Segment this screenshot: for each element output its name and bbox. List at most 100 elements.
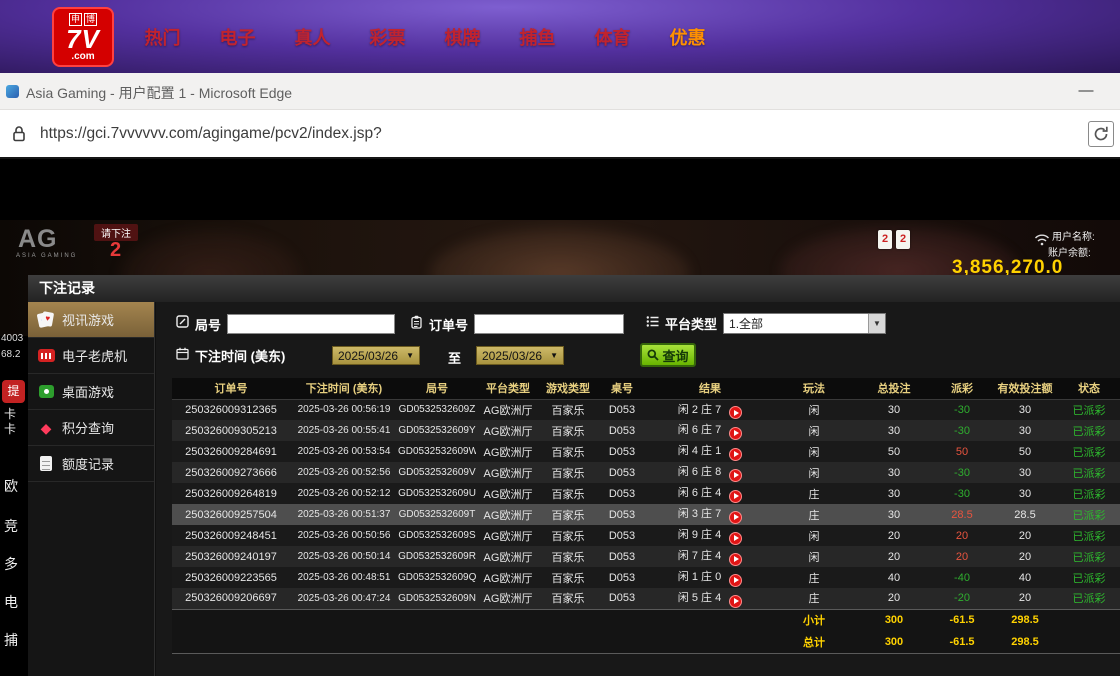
nav-item-棋牌[interactable]: 棋牌 [425, 24, 500, 50]
replay-play-icon[interactable] [729, 532, 742, 545]
cell-platform: AG欧洲厅 [476, 525, 540, 546]
cell-round: GD0532532609S [398, 525, 476, 546]
cell-order: 250326009248451 [172, 525, 290, 546]
document-icon [37, 455, 55, 473]
strip-nav-char[interactable]: 捕 [4, 630, 18, 650]
nav-item-优惠[interactable]: 优惠 [650, 24, 725, 50]
cell-total-bet: 20 [856, 588, 932, 609]
cell-play-type: 闲 [772, 399, 856, 420]
nav-item-捕鱼[interactable]: 捕鱼 [500, 24, 575, 50]
cell-game-type: 百家乐 [540, 399, 596, 420]
cell-result: 闲 2 庄 7 [648, 399, 772, 420]
date-to-value: 2025/03/26 [482, 349, 542, 363]
cell-round: GD0532532609R [398, 546, 476, 567]
sidebar-item-slots[interactable]: 电子老虎机 [28, 338, 154, 374]
order-number-label: 订单号 [429, 315, 468, 334]
withdraw-icon[interactable]: 提 [2, 380, 25, 403]
result-text: 闲 5 庄 4 [678, 592, 721, 604]
refresh-button[interactable] [1088, 121, 1114, 147]
replay-play-icon[interactable] [729, 469, 742, 482]
cell-total-bet: 30 [856, 420, 932, 441]
round-number-input[interactable] [227, 314, 395, 334]
cell-platform: AG欧洲厅 [476, 504, 540, 525]
cell-time: 2025-03-26 00:51:37 [290, 504, 398, 525]
replay-play-icon[interactable] [729, 406, 742, 419]
cell-play-type: 庄 [772, 567, 856, 588]
card-value: 2 [896, 230, 910, 249]
table-row[interactable]: 2503260092575042025-03-26 00:51:37GD0532… [172, 504, 1120, 525]
strip-nav-char[interactable]: 竞 [4, 516, 18, 536]
sidebar-item-video-games[interactable]: ♠♥ 视讯游戏 [28, 302, 154, 338]
cell-payout: -30 [932, 399, 992, 420]
date-range-to-label: 至 [448, 348, 461, 367]
table-row[interactable]: 2503260092401972025-03-26 00:50:14GD0532… [172, 546, 1120, 567]
cell-valid-bet: 20 [992, 588, 1058, 609]
sidebar-item-credit-records[interactable]: 额度记录 [28, 446, 154, 482]
cell-result: 闲 7 庄 4 [648, 546, 772, 567]
result-text: 闲 2 庄 7 [678, 404, 721, 416]
site-nav-items: 热门电子真人彩票棋牌捕鱼体育优惠 [125, 0, 725, 73]
replay-play-icon[interactable] [729, 427, 742, 440]
cell-total-bet: 20 [856, 525, 932, 546]
result-text: 闲 4 庄 1 [678, 445, 721, 457]
minimize-button[interactable]: — [1072, 79, 1100, 103]
strip-nav-char[interactable]: 电 [4, 592, 18, 612]
cell-total-bet: 20 [856, 546, 932, 567]
nav-item-彩票[interactable]: 彩票 [350, 24, 425, 50]
cell-game-type: 百家乐 [540, 462, 596, 483]
sidebar-item-points-query[interactable]: ◆ 积分查询 [28, 410, 154, 446]
strip-nav-char[interactable]: 欧 [4, 476, 18, 496]
bet-records-panel: 下注记录 ♠♥ 视讯游戏 电子老虎机 桌面游戏 ◆ 积分查询 [28, 275, 1120, 676]
nav-item-电子[interactable]: 电子 [200, 24, 275, 50]
cell-result: 闲 4 庄 1 [648, 441, 772, 462]
replay-play-icon[interactable] [729, 553, 742, 566]
replay-play-icon[interactable] [729, 448, 742, 461]
cell-table-number: D053 [596, 441, 648, 462]
replay-play-icon[interactable] [729, 595, 742, 608]
nav-item-体育[interactable]: 体育 [575, 24, 650, 50]
sidebar-item-table-games[interactable]: 桌面游戏 [28, 374, 154, 410]
table-row[interactable]: 2503260092846912025-03-26 00:53:54GD0532… [172, 441, 1120, 462]
cell-play-type: 闲 [772, 441, 856, 462]
replay-play-icon[interactable] [729, 511, 742, 524]
bet-table-head-row: 订单号下注时间 (美东)局号平台类型游戏类型桌号结果玩法总投注派彩有效投注额状态 [172, 378, 1120, 399]
order-number-input[interactable] [474, 314, 624, 334]
date-to-picker[interactable]: 2025/03/26 ▼ [476, 346, 564, 365]
table-row[interactable]: 2503260092736662025-03-26 00:52:56GD0532… [172, 462, 1120, 483]
sidebar-item-label: 额度记录 [62, 454, 114, 473]
cell-status: 已派彩 [1058, 567, 1120, 588]
card-value: 2 [878, 230, 892, 249]
replay-play-icon[interactable] [729, 490, 742, 503]
cell-table-number: D053 [596, 399, 648, 420]
lock-icon [12, 125, 26, 148]
playing-cards-icon: ♠♥ [37, 311, 55, 329]
browser-title-bar: Asia Gaming - 用户配置 1 - Microsoft Edge — [0, 73, 1120, 110]
round-number-group: 局号 [176, 314, 395, 334]
cell-time: 2025-03-26 00:50:14 [290, 546, 398, 567]
nav-item-热门[interactable]: 热门 [125, 24, 200, 50]
cell-round: GD0532532609Y [398, 420, 476, 441]
search-button-label: 查询 [662, 346, 688, 365]
table-row[interactable]: 2503260092066972025-03-26 00:47:24GD0532… [172, 588, 1120, 609]
replay-play-icon[interactable] [729, 574, 742, 587]
site-logo[interactable]: 申 博 7V .com [52, 7, 114, 67]
column-header: 局号 [398, 378, 476, 399]
total-bet: 300 [856, 631, 932, 653]
table-row[interactable]: 2503260092484512025-03-26 00:50:56GD0532… [172, 525, 1120, 546]
cell-result: 闲 6 庄 7 [648, 420, 772, 441]
cell-platform: AG欧洲厅 [476, 462, 540, 483]
platform-type-select[interactable]: 1.全部 ▼ [723, 313, 886, 334]
url-text[interactable]: https://gci.7vvvvvv.com/agingame/pcv2/in… [40, 125, 382, 143]
cell-round: GD0532532609V [398, 462, 476, 483]
nav-item-真人[interactable]: 真人 [275, 24, 350, 50]
search-button[interactable]: 查询 [640, 343, 696, 367]
table-row[interactable]: 2503260092235652025-03-26 00:48:51GD0532… [172, 567, 1120, 588]
table-row[interactable]: 2503260092648192025-03-26 00:52:12GD0532… [172, 483, 1120, 504]
strip-nav-char[interactable]: 多 [4, 554, 18, 574]
table-row[interactable]: 2503260093123652025-03-26 00:56:19GD0532… [172, 399, 1120, 420]
cell-game-type: 百家乐 [540, 483, 596, 504]
cell-payout: -40 [932, 567, 992, 588]
table-row[interactable]: 2503260093052132025-03-26 00:55:41GD0532… [172, 420, 1120, 441]
date-from-picker[interactable]: 2025/03/26 ▼ [332, 346, 420, 365]
cell-order: 250326009257504 [172, 504, 290, 525]
